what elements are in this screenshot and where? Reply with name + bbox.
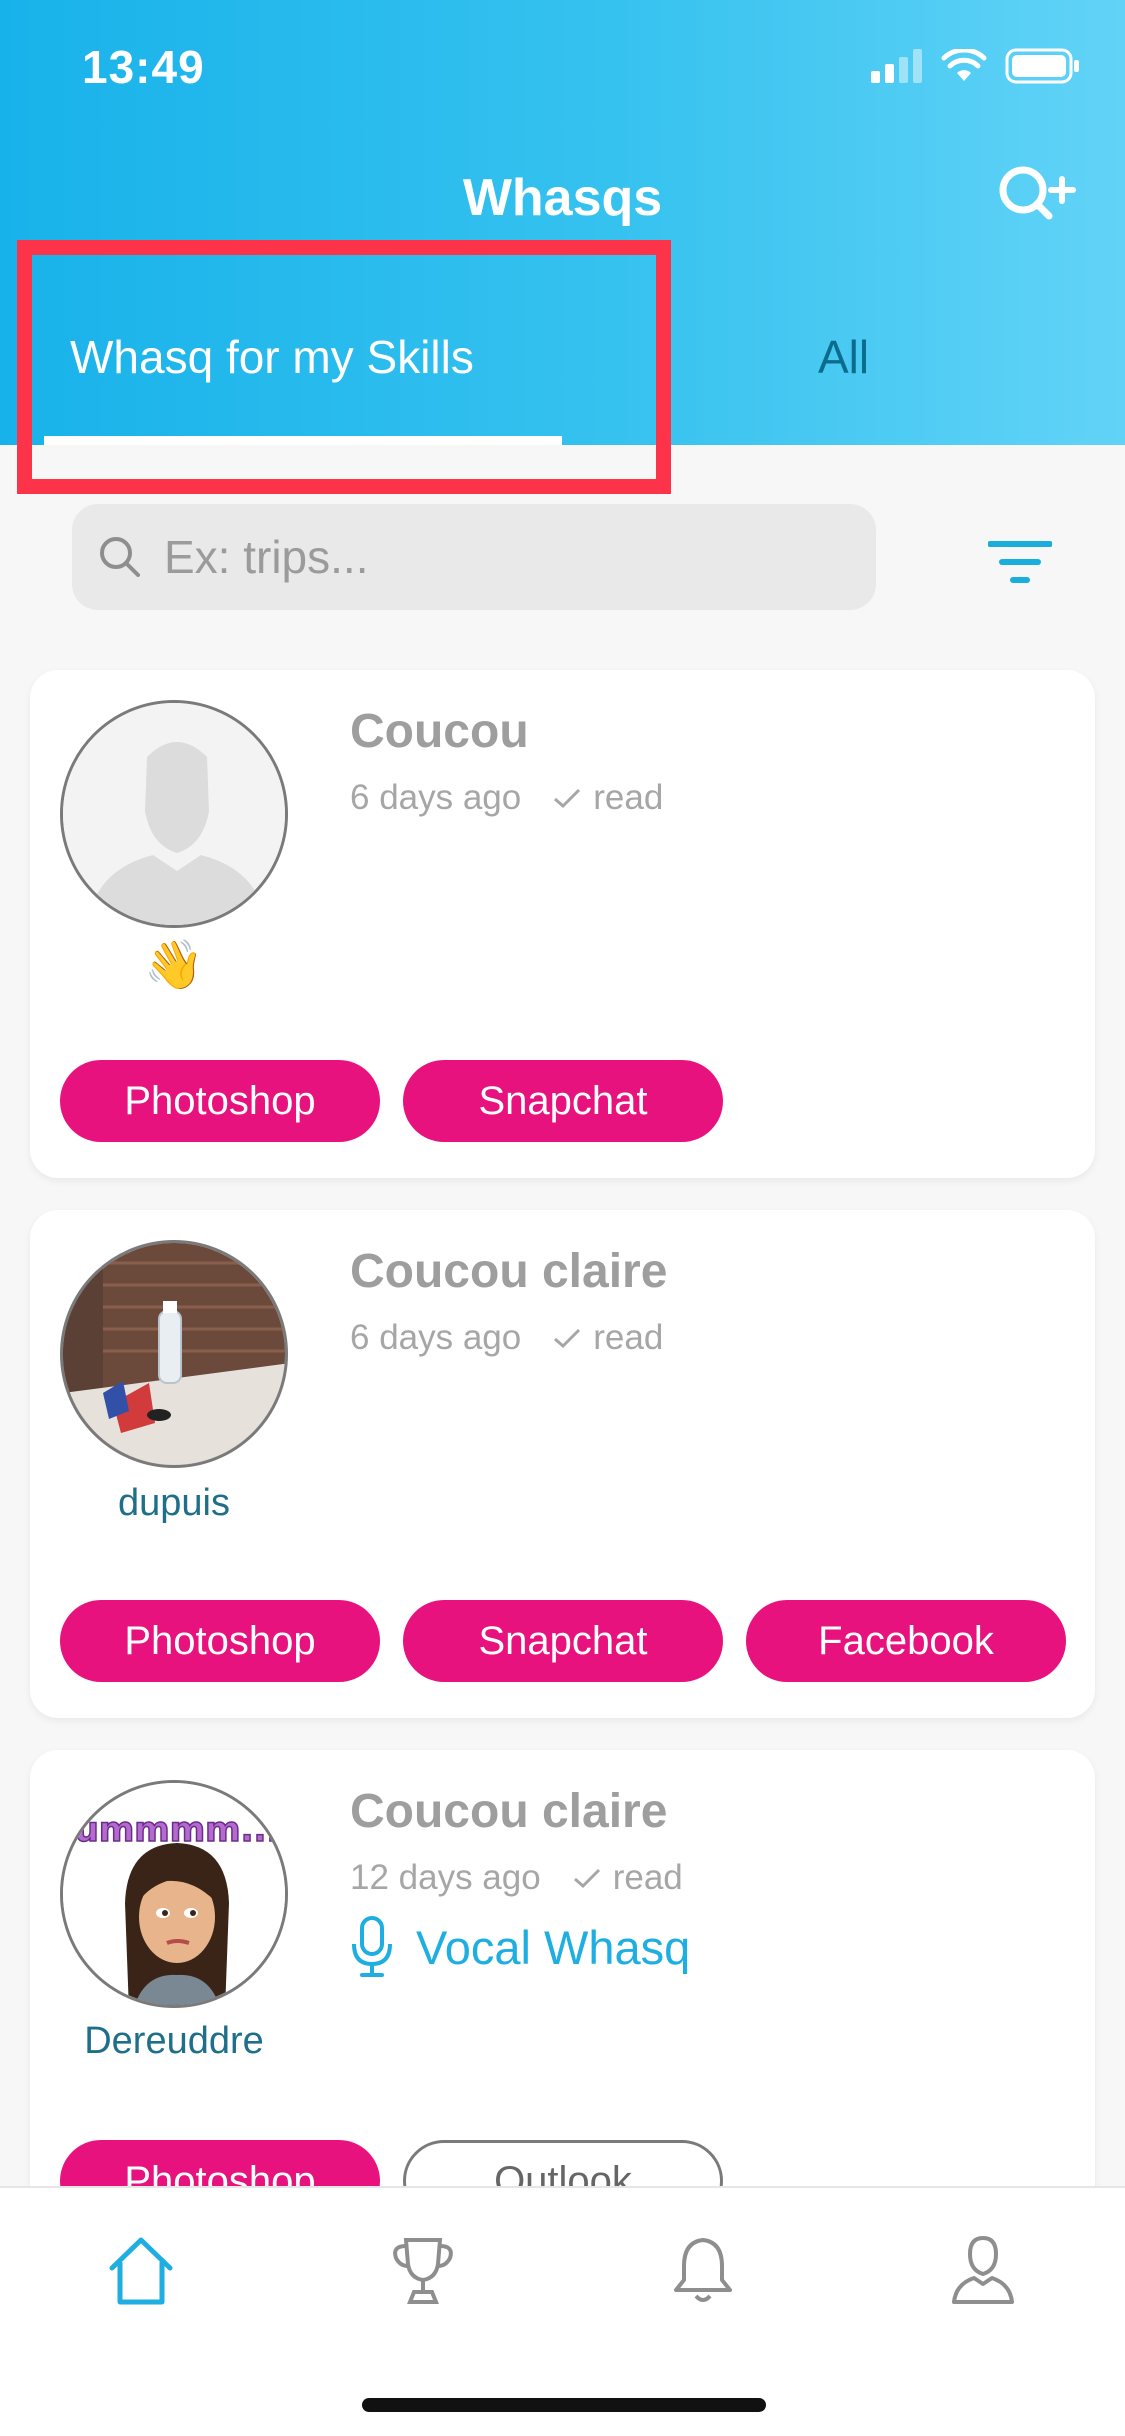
author-name: dupuis xyxy=(118,1482,230,1524)
battery-icon xyxy=(1005,48,1079,84)
author-name: 👋 xyxy=(144,939,204,992)
whasq-time: 12 days ago xyxy=(350,1858,541,1897)
whasq-meta: 6 days ago read xyxy=(350,778,663,818)
screen: 13:49 Whasqs Whasq for my Skills All Ex:… xyxy=(0,0,1125,2436)
bitmoji-avatar-image: ummmm... xyxy=(63,1783,285,2005)
microphone-icon xyxy=(352,1916,392,1977)
check-icon xyxy=(554,1328,581,1349)
whasq-meta: 12 days ago read xyxy=(350,1858,683,1898)
read-status: read xyxy=(593,778,664,817)
skill-tag[interactable]: Snapchat xyxy=(403,1600,723,1682)
default-avatar-icon xyxy=(63,703,285,925)
skill-tag[interactable]: Photoshop xyxy=(60,1600,380,1682)
skill-tag[interactable]: Photoshop xyxy=(60,1060,380,1142)
home-indicator xyxy=(362,2398,766,2412)
read-status: read xyxy=(612,1858,683,1897)
whasq-time: 6 days ago xyxy=(350,778,522,817)
whasq-time: 6 days ago xyxy=(350,1318,522,1357)
read-status: read xyxy=(593,1318,664,1357)
whasq-meta: 6 days ago read xyxy=(350,1318,663,1358)
whasq-card[interactable]: 👋 Coucou 6 days ago read Photoshop Snapc… xyxy=(30,670,1095,1178)
vocal-whasq-indicator: Vocal Whasq xyxy=(350,1916,690,1978)
vocal-label: Vocal Whasq xyxy=(416,1920,691,1974)
trophy-icon[interactable] xyxy=(388,2234,458,2306)
skill-tag[interactable]: Facebook xyxy=(746,1600,1066,1682)
check-icon xyxy=(554,788,581,809)
check-icon xyxy=(573,1868,600,1889)
whasq-title: Coucou claire xyxy=(350,1245,668,1298)
avatar-bitmoji: ummmm... xyxy=(60,1780,288,2008)
page-title: Whasqs xyxy=(462,169,663,227)
skill-tag[interactable]: Snapchat xyxy=(403,1060,723,1142)
highlight-box xyxy=(17,240,671,494)
signal-icon xyxy=(871,49,922,83)
avatar-photo-image xyxy=(63,1243,285,1465)
bell-icon[interactable] xyxy=(668,2234,738,2306)
filter-icon[interactable] xyxy=(988,538,1052,588)
whasq-title: Coucou xyxy=(350,705,529,758)
status-time: 13:49 xyxy=(82,41,205,93)
whasq-title: Coucou claire xyxy=(350,1785,668,1838)
search-bar[interactable]: Ex: trips... xyxy=(72,504,876,610)
profile-icon[interactable] xyxy=(948,2234,1018,2306)
status-icons xyxy=(871,48,1081,84)
new-whasq-icon[interactable] xyxy=(993,160,1077,236)
search-icon xyxy=(100,537,140,577)
search-input[interactable]: Ex: trips... xyxy=(164,530,368,584)
avatar-photo xyxy=(60,1240,288,1468)
author-name: Dereuddre xyxy=(84,2020,264,2062)
whasq-card[interactable]: dupuis Coucou claire 6 days ago read Pho… xyxy=(30,1210,1095,1718)
avatar xyxy=(60,700,288,928)
tab-all[interactable]: All xyxy=(818,330,869,383)
wifi-icon xyxy=(941,49,987,81)
home-icon[interactable] xyxy=(106,2234,176,2306)
